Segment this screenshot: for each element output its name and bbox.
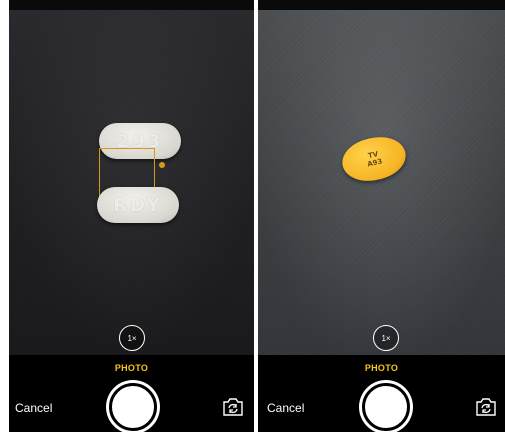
status-bar <box>258 0 505 10</box>
camera-screen-right: TV A93 1× PHOTO Cancel <box>258 0 505 432</box>
switch-camera-icon[interactable] <box>474 397 498 417</box>
zoom-button[interactable]: 1× <box>373 325 399 351</box>
zoom-label: 1× <box>381 333 391 343</box>
mode-label-photo[interactable]: PHOTO <box>9 363 254 373</box>
status-bar <box>9 0 254 10</box>
camera-controls: PHOTO Cancel <box>9 355 254 432</box>
pill-imprint-line2: A93 <box>366 157 384 169</box>
viewfinder[interactable]: 293 RDY 1× <box>9 10 254 355</box>
exposure-sun-icon[interactable] <box>159 162 165 168</box>
surface-texture <box>258 10 505 355</box>
shutter-button[interactable] <box>109 383 157 431</box>
cancel-button[interactable]: Cancel <box>15 401 52 415</box>
switch-camera-icon[interactable] <box>221 397 245 417</box>
pill-imprint: RDY <box>113 194 163 216</box>
zoom-button[interactable]: 1× <box>119 325 145 351</box>
mode-label-photo[interactable]: PHOTO <box>258 363 505 373</box>
shutter-button[interactable] <box>362 383 410 431</box>
camera-controls: PHOTO Cancel <box>258 355 505 432</box>
viewfinder[interactable]: TV A93 1× <box>258 10 505 355</box>
zoom-label: 1× <box>127 333 137 343</box>
pill-image: RDY <box>97 187 179 223</box>
camera-screen-left: 293 RDY 1× PHOTO Cancel <box>9 0 254 432</box>
cancel-button[interactable]: Cancel <box>267 401 304 415</box>
